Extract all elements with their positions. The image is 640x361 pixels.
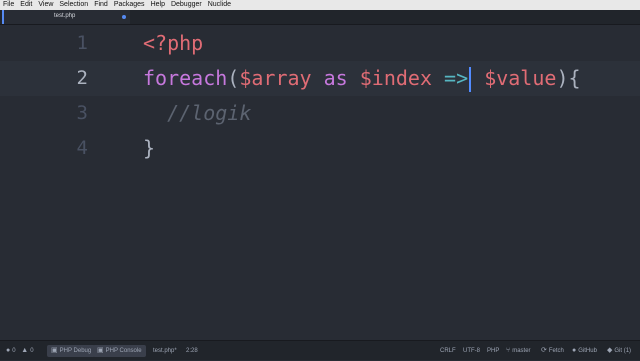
code-line[interactable]: 4 }: [0, 131, 640, 166]
modified-indicator-icon[interactable]: [122, 15, 126, 19]
console-icon: ▣: [97, 347, 104, 354]
menu-packages[interactable]: Packages: [111, 0, 148, 10]
menu-nuclide[interactable]: Nuclide: [205, 0, 234, 10]
code-line[interactable]: 1 <?php: [0, 26, 640, 61]
code-token: foreach: [143, 66, 228, 90]
status-bar: ● 0 ▲ 0 ▣ PHP Debug ▣ PHP Console test.php* …: [0, 340, 640, 360]
menu-help[interactable]: Help: [148, 0, 168, 10]
encoding-selector[interactable]: UTF-8: [463, 341, 480, 361]
line-number: 2: [76, 67, 88, 89]
error-count: 0: [12, 348, 16, 354]
php-debug-label: PHP Debug: [59, 348, 92, 354]
git-branch[interactable]: ⑂ master: [506, 341, 531, 361]
code-token: <?php: [143, 31, 204, 55]
git-icon: ◆: [607, 347, 613, 354]
sync-icon: ⟳: [541, 347, 547, 354]
grammar-selector[interactable]: PHP: [487, 341, 499, 361]
menu-edit[interactable]: Edit: [17, 0, 35, 10]
menu-debugger[interactable]: Debugger: [168, 0, 205, 10]
code-token: $index: [359, 66, 433, 90]
warning-count: 0: [30, 348, 34, 354]
text-cursor: [469, 67, 472, 92]
github-label: GitHub: [578, 348, 597, 354]
fetch-button[interactable]: ⟳ Fetch: [541, 341, 564, 361]
code-token: ){: [556, 66, 581, 90]
line-ending-selector[interactable]: CRLF: [440, 341, 456, 361]
branch-name: master: [512, 348, 531, 354]
git-tab-toggle[interactable]: ◆ Git (1): [607, 341, 631, 361]
code-token: //logik: [143, 101, 252, 125]
code-text[interactable]: }: [143, 131, 155, 166]
line-number: 3: [76, 102, 88, 124]
git-label: Git (1): [614, 348, 632, 354]
tab-test-php[interactable]: test.php: [2, 10, 130, 24]
debug-icon: ▣: [51, 347, 58, 354]
line-number: 4: [76, 137, 88, 159]
tab-bar: test.php: [0, 10, 640, 25]
code-line-active[interactable]: 2 foreach($array as $index => $value){: [0, 61, 640, 96]
code-editor[interactable]: 1 <?php 2 foreach($array as $index => $v…: [0, 25, 640, 340]
github-icon: ●: [572, 347, 577, 354]
code-token: as: [311, 66, 360, 90]
cursor-position[interactable]: 2:28: [186, 341, 198, 361]
diagnostics-summary[interactable]: ● 0 ▲ 0: [6, 341, 34, 361]
error-icon: ●: [6, 347, 11, 354]
php-console-label: PHP Console: [105, 348, 142, 354]
line-number: 1: [76, 32, 88, 54]
menu-bar: File Edit View Selection Find Packages H…: [0, 0, 640, 10]
code-token: $array: [239, 66, 312, 90]
code-token: (: [227, 66, 240, 90]
github-tab-toggle[interactable]: ● GitHub: [572, 341, 597, 361]
code-text[interactable]: foreach($array as $index => $value){: [143, 61, 581, 96]
menu-view[interactable]: View: [35, 0, 56, 10]
tab-title: test.php: [54, 13, 76, 19]
status-file-name[interactable]: test.php*: [153, 341, 177, 361]
php-debug-button[interactable]: ▣ PHP Debug: [47, 345, 96, 357]
code-text[interactable]: <?php: [143, 26, 203, 61]
code-text[interactable]: //logik: [143, 96, 251, 131]
menu-selection[interactable]: Selection: [56, 0, 91, 10]
menu-find[interactable]: Find: [91, 0, 111, 10]
menu-file[interactable]: File: [0, 0, 17, 10]
code-line[interactable]: 3 //logik: [0, 96, 640, 131]
branch-icon: ⑂: [506, 347, 511, 354]
code-token: }: [143, 136, 156, 160]
warning-icon: ▲: [21, 347, 29, 354]
fetch-label: Fetch: [548, 348, 564, 354]
code-token: =>: [432, 66, 469, 90]
code-token: $value: [484, 66, 557, 90]
php-console-button[interactable]: ▣ PHP Console: [93, 345, 146, 357]
